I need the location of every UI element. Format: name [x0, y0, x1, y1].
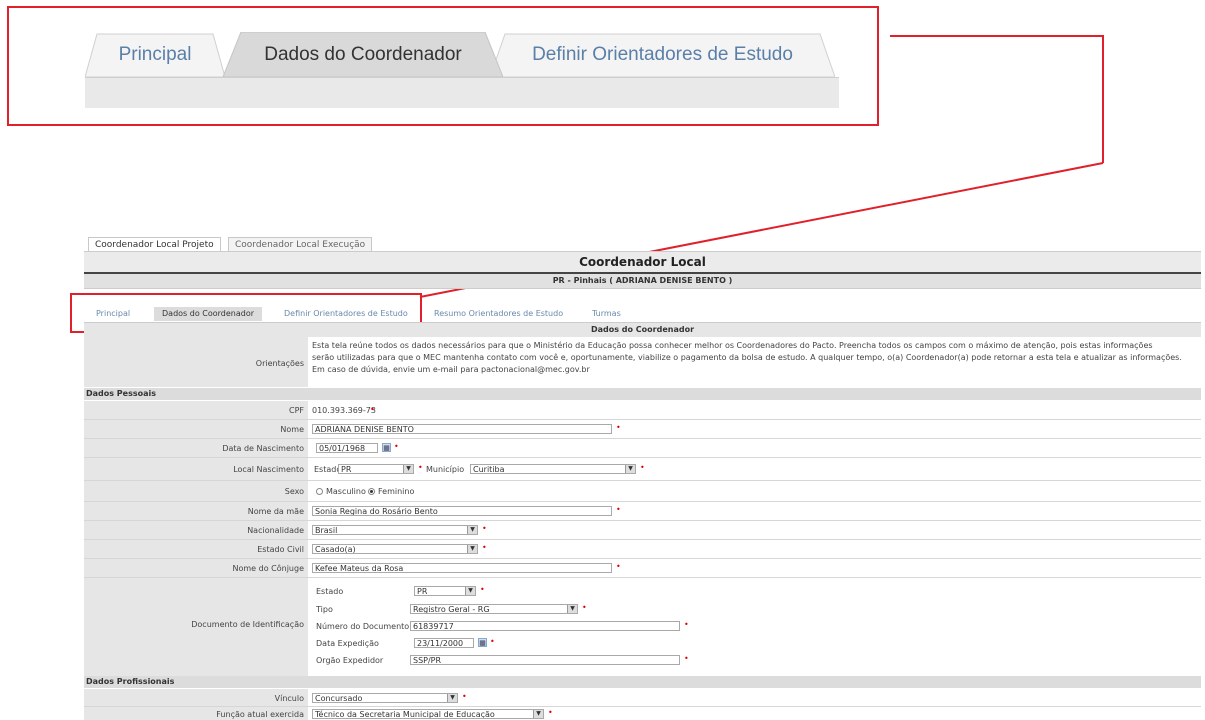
conjuge-input[interactable]: Kefee Mateus da Rosa [312, 563, 612, 573]
row-local-nascimento: Local Nascimento Estado PR ▼ • Município … [84, 458, 1201, 480]
nacionalidade-label: Nacionalidade [247, 526, 304, 535]
tab-coordenador-local-execucao[interactable]: Coordenador Local Execução [228, 237, 373, 252]
doc-expedicao-input[interactable]: 23/11/2000 [414, 638, 474, 648]
municipio-label: Município [426, 465, 465, 474]
cpf-value: 010.393.369-73 [312, 406, 376, 415]
required-marker: • [482, 543, 487, 552]
estado-civil-select[interactable]: Casado(a) ▼ [312, 544, 478, 554]
chevron-down-icon: ▼ [467, 545, 477, 553]
group-dados-profissionais: Dados Profissionais [84, 676, 1201, 688]
mae-input[interactable]: Sonia Regina do Rosário Bento [312, 506, 612, 516]
required-marker: • [490, 637, 495, 646]
tab-turmas[interactable]: Turmas [584, 307, 629, 321]
cpf-label: CPF [288, 406, 304, 415]
required-marker: • [616, 505, 621, 514]
section-header: Dados do Coordenador [84, 322, 1201, 337]
row-documento: Documento de Identificação Estado PR ▼ • … [84, 578, 1201, 670]
chevron-down-icon: ▼ [533, 710, 543, 718]
radio-masculino[interactable] [316, 488, 323, 495]
doc-tipo-select[interactable]: Registro Geral - RG ▼ [410, 604, 578, 614]
row-vinculo: Vínculo Concursado ▼ • [84, 690, 1201, 706]
tab-resumo-orientadores[interactable]: Resumo Orientadores de Estudo [426, 307, 571, 321]
chevron-down-icon: ▼ [465, 587, 475, 595]
vinculo-select[interactable]: Concursado ▼ [312, 693, 458, 703]
required-marker: • [394, 442, 399, 451]
conjuge-label: Nome do Cônjuge [232, 564, 305, 573]
nome-label: Nome [280, 425, 304, 434]
orientacoes-line-1: Esta tela reúne todos os dados necessári… [312, 341, 1153, 350]
feminino-label: Feminino [378, 487, 415, 496]
required-marker: • [640, 463, 645, 472]
chevron-down-icon: ▼ [467, 526, 477, 534]
nacionalidade-select[interactable]: Brasil ▼ [312, 525, 478, 535]
funcao-select[interactable]: Técnico da Secretaria Municipal de Educa… [312, 709, 544, 719]
calendar-icon[interactable]: ▦ [478, 638, 487, 647]
page-title: Coordenador Local [579, 255, 706, 269]
nascimento-label: Data de Nascimento [222, 444, 304, 453]
section-title: Dados do Coordenador [590, 325, 695, 334]
mae-label: Nome da mãe [247, 507, 304, 516]
documento-label: Documento de Identificação [191, 620, 304, 629]
doc-estado-select[interactable]: PR ▼ [414, 586, 476, 596]
doc-numero-label: Número do Documento [316, 622, 410, 631]
row-cpf: CPF 010.393.369-73 • [84, 401, 1201, 419]
local-nascimento-label: Local Nascimento [233, 465, 304, 474]
chevron-down-icon: ▼ [403, 465, 413, 473]
nascimento-input[interactable]: 05/01/1968 [316, 443, 378, 453]
chevron-down-icon: ▼ [447, 694, 457, 702]
row-data-nascimento: Data de Nascimento 05/01/1968 ▦ • [84, 439, 1201, 457]
row-nome-mae: Nome da mãe Sonia Regina do Rosário Bent… [84, 502, 1201, 520]
nome-input[interactable]: ADRIANA DENISE BENTO [312, 424, 612, 434]
row-estado-civil: Estado Civil Casado(a) ▼ • [84, 540, 1201, 558]
page-subtitle-band: PR - Pinhais ( ADRIANA DENISE BENTO ) [84, 274, 1201, 289]
chevron-down-icon: ▼ [567, 605, 577, 613]
required-marker: • [462, 692, 467, 701]
required-marker: • [616, 562, 621, 571]
municipio-select[interactable]: Curitiba ▼ [470, 464, 636, 474]
required-marker: • [684, 620, 689, 629]
estado-civil-label: Estado Civil [257, 545, 304, 554]
doc-estado-label: Estado [316, 587, 344, 596]
doc-orgao-input[interactable]: SSP/PR [410, 655, 680, 665]
required-marker: • [418, 463, 423, 472]
required-marker: • [370, 405, 375, 414]
row-sexo: Sexo Masculino Feminino [84, 481, 1201, 501]
calendar-icon[interactable]: ▦ [382, 443, 391, 452]
vinculo-label: Vínculo [274, 694, 304, 703]
orientacoes-label: Orientações [255, 359, 304, 368]
doc-orgao-label: Orgão Expedidor [316, 656, 384, 665]
group-dados-pessoais: Dados Pessoais [84, 388, 1201, 400]
required-marker: • [582, 603, 587, 612]
masculino-label: Masculino [326, 487, 366, 496]
estado-select[interactable]: PR ▼ [338, 464, 414, 474]
orientacoes-label-cell: Orientações [84, 337, 308, 387]
required-marker: • [482, 524, 487, 533]
orientacoes-line-2: serão utilizadas para que o MEC mantenha… [312, 353, 1182, 362]
row-funcao: Função atual exercida Técnico da Secreta… [84, 707, 1201, 720]
orientacoes-line-3: Em caso de dúvida, envie um e-mail para … [312, 365, 590, 374]
chevron-down-icon: ▼ [625, 465, 635, 473]
row-nacionalidade: Nacionalidade Brasil ▼ • [84, 521, 1201, 539]
radio-feminino[interactable] [368, 488, 375, 495]
sexo-label: Sexo [284, 487, 304, 496]
row-nome: Nome ADRIANA DENISE BENTO • [84, 420, 1201, 438]
doc-numero-input[interactable]: 61839717 [410, 621, 680, 631]
required-marker: • [616, 423, 621, 432]
page-subtitle: PR - Pinhais ( ADRIANA DENISE BENTO ) [552, 276, 733, 285]
doc-tipo-label: Tipo [316, 605, 333, 614]
orientacoes-value-cell: Esta tela reúne todos os dados necessári… [308, 337, 1201, 387]
required-marker: • [684, 654, 689, 663]
row-conjuge: Nome do Cônjuge Kefee Mateus da Rosa • [84, 559, 1201, 577]
page-title-band: Coordenador Local [84, 251, 1201, 273]
required-marker: • [480, 585, 485, 594]
doc-expedicao-label: Data Expedição [316, 639, 379, 648]
funcao-label: Função atual exercida [216, 710, 304, 719]
required-marker: • [548, 708, 553, 717]
tab-coordenador-local-projeto[interactable]: Coordenador Local Projeto [88, 237, 221, 252]
